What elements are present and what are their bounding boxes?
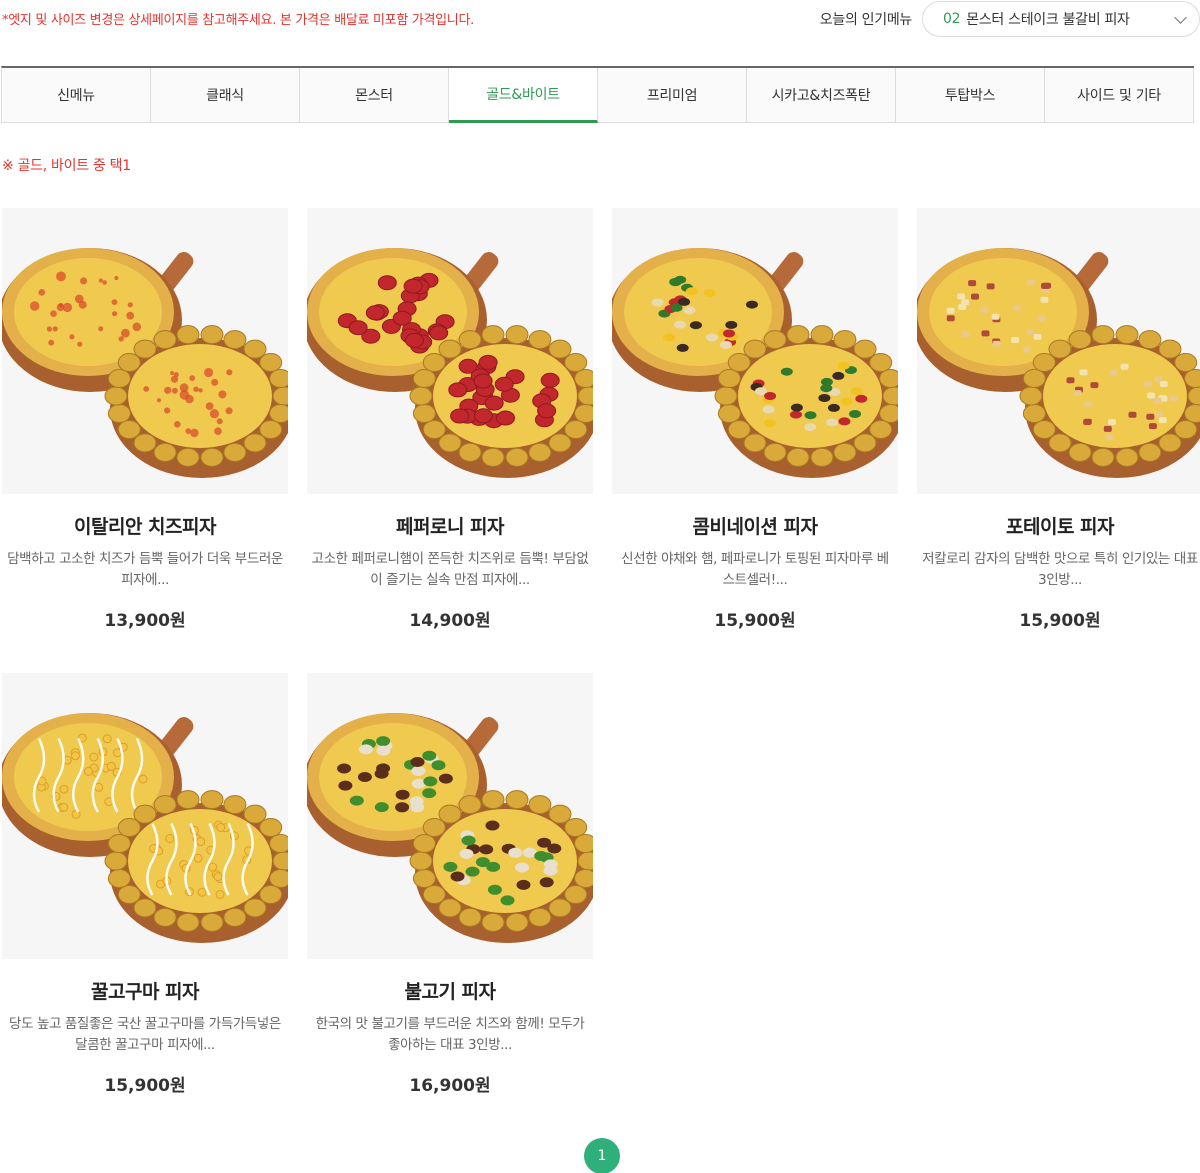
product-card[interactable]: 페퍼로니 피자 고소한 페퍼로니햄이 쫀득한 치즈위로 듬뿍! 부담없이 즐기는… xyxy=(307,208,593,631)
popular-menu-rank: 02 xyxy=(943,11,961,27)
product-name[interactable]: 꿀고구마 피자 xyxy=(2,977,288,1004)
product-name[interactable]: 이탈리안 치즈피자 xyxy=(2,512,288,539)
product-price: 15,900원 xyxy=(104,1076,186,1096)
tab-chicago-cheese[interactable]: 시카고&치즈폭탄 xyxy=(747,68,896,122)
product-price: 14,900원 xyxy=(409,611,491,631)
product-card[interactable]: 콤비네이션 피자 신선한 야채와 햄, 페파로니가 토핑된 피자마루 베스트셀러… xyxy=(612,208,898,631)
product-card[interactable]: 불고기 피자 한국의 맛 불고기를 부드러운 치즈와 함께! 모두가 좋아하는 … xyxy=(307,673,593,1096)
product-name[interactable]: 포테이토 피자 xyxy=(917,512,1200,539)
product-description: 저칼로리 감자의 담백한 맛으로 특히 인기있는 대표 3인방... xyxy=(922,551,1198,588)
popular-menu-name: 몬스터 스테이크 불갈비 피자 xyxy=(966,12,1130,28)
product-description: 신선한 야채와 햄, 페파로니가 토핑된 피자마루 베스트셀러!... xyxy=(621,551,889,588)
product-name[interactable]: 불고기 피자 xyxy=(307,977,593,1004)
product-description: 담백하고 고소한 치즈가 듬뿍 들어가 더욱 부드러운 피자에... xyxy=(7,551,283,588)
popular-menu-label: 오늘의 인기메뉴 xyxy=(819,12,913,28)
product-card[interactable]: 포테이토 피자 저칼로리 감자의 담백한 맛으로 특히 인기있는 대표 3인방.… xyxy=(917,208,1200,631)
product-image[interactable] xyxy=(917,208,1200,494)
product-card[interactable]: 꿀고구마 피자 당도 높고 품질좋은 국산 꿀고구마를 가득가득넣은 달콤한 꿀… xyxy=(2,673,288,1096)
chevron-down-icon xyxy=(1174,10,1187,24)
product-price: 15,900원 xyxy=(714,611,796,631)
tab-side-etc[interactable]: 사이드 및 기타 xyxy=(1045,68,1194,122)
product-name[interactable]: 페퍼로니 피자 xyxy=(307,512,593,539)
product-description: 당도 높고 품질좋은 국산 꿀고구마를 가득가득넣은 달콤한 꿀고구마 피자에.… xyxy=(9,1016,281,1053)
tab-gold-bite[interactable]: 골드&바이트 xyxy=(449,68,598,123)
tab-classic[interactable]: 클래식 xyxy=(151,68,300,122)
product-name[interactable]: 콤비네이션 피자 xyxy=(612,512,898,539)
category-tabs: 신메뉴 클래식 몬스터 골드&바이트 프리미엄 시카고&치즈폭탄 투탑박스 사이… xyxy=(1,66,1194,123)
tab-twotop-box[interactable]: 투탑박스 xyxy=(896,68,1045,122)
pagination-page-1[interactable]: 1 xyxy=(584,1138,620,1173)
product-image[interactable] xyxy=(2,208,288,494)
product-price: 16,900원 xyxy=(409,1076,491,1096)
tab-premium[interactable]: 프리미엄 xyxy=(598,68,747,122)
product-price: 15,900원 xyxy=(1019,611,1101,631)
tab-monster[interactable]: 몬스터 xyxy=(300,68,449,122)
product-description: 한국의 맛 불고기를 부드러운 치즈와 함께! 모두가 좋아하는 대표 3인방.… xyxy=(315,1016,585,1053)
product-image[interactable] xyxy=(612,208,898,494)
product-card[interactable]: 이탈리안 치즈피자 담백하고 고소한 치즈가 듬뿍 들어가 더욱 부드러운 피자… xyxy=(2,208,288,631)
product-image[interactable] xyxy=(2,673,288,959)
delivery-notice: *엣지 및 사이즈 변경은 상세페이지를 참고해주세요. 본 가격은 배달료 미… xyxy=(2,13,474,28)
product-description: 고소한 페퍼로니햄이 쫀득한 치즈위로 듬뿍! 부담없이 즐기는 실속 만점 피… xyxy=(311,551,589,588)
product-image[interactable] xyxy=(307,208,593,494)
product-price: 13,900원 xyxy=(104,611,186,631)
popular-menu-select[interactable]: 02 몬스터 스테이크 불갈비 피자 xyxy=(922,1,1200,37)
product-image[interactable] xyxy=(307,673,593,959)
popular-menu: 오늘의 인기메뉴 02 몬스터 스테이크 불갈비 피자 xyxy=(820,1,1200,37)
option-note: ※ 골드, 바이트 중 택1 xyxy=(2,158,131,174)
tab-new[interactable]: 신메뉴 xyxy=(2,68,151,122)
